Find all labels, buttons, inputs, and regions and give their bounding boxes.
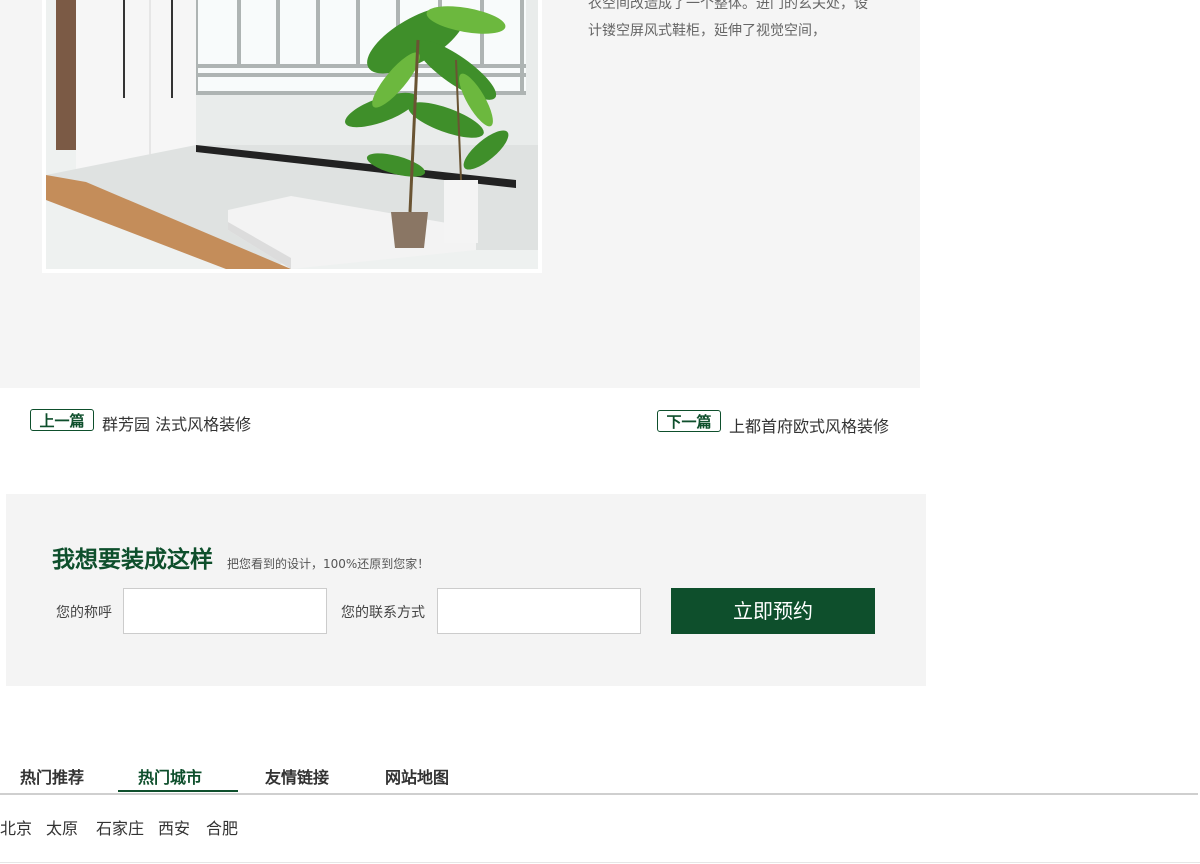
article-line: 计镂空屏风式鞋柜，延伸了视觉空间， [588,23,826,39]
submit-booking-button[interactable]: 立即预约 [671,588,875,634]
next-article-link[interactable]: 上都首府欧式风格装修 [729,413,889,437]
tab-site-map[interactable]: 网站地图 [385,764,449,788]
city-link[interactable]: 西安 [158,815,190,839]
room-photo [46,0,538,269]
active-tab-indicator [118,790,238,792]
city-link[interactable]: 北京 [0,815,32,839]
name-label: 您的称呼 [56,605,112,621]
booking-title: 我想要装成这样 [52,547,213,573]
article-body: 衣空间改造成了一个整体。进门的玄关处，设 计镂空屏风式鞋柜，延伸了视觉空间， [588,0,888,45]
tab-hot-cities[interactable]: 热门城市 [138,764,202,788]
contact-label: 您的联系方式 [341,605,425,621]
name-input[interactable] [123,588,327,634]
next-article-tag[interactable]: 下一篇 [657,410,721,432]
tab-hot-recommend[interactable]: 热门推荐 [20,764,84,788]
booking-subtitle: 把您看到的设计，100%还原到您家！ [227,557,430,571]
booking-form: 我想要装成这样 把您看到的设计，100%还原到您家！ 您的称呼 您的联系方式 立… [6,494,926,686]
footer-divider [0,862,1200,863]
prev-article-tag[interactable]: 上一篇 [30,409,94,431]
contact-input[interactable] [437,588,641,634]
city-link[interactable]: 合肥 [206,815,238,839]
city-link[interactable]: 石家庄 [96,815,144,839]
city-link[interactable]: 太原 [46,815,78,839]
article-card: 衣空间改造成了一个整体。进门的玄关处，设 计镂空屏风式鞋柜，延伸了视觉空间， [0,0,920,388]
prev-article-link[interactable]: 群芳园 法式风格装修 [102,411,251,435]
article-line: 衣空间改造成了一个整体。进门的玄关处，设 [588,0,868,12]
tab-friend-links[interactable]: 友情链接 [265,764,329,788]
room-illustration [46,0,538,269]
